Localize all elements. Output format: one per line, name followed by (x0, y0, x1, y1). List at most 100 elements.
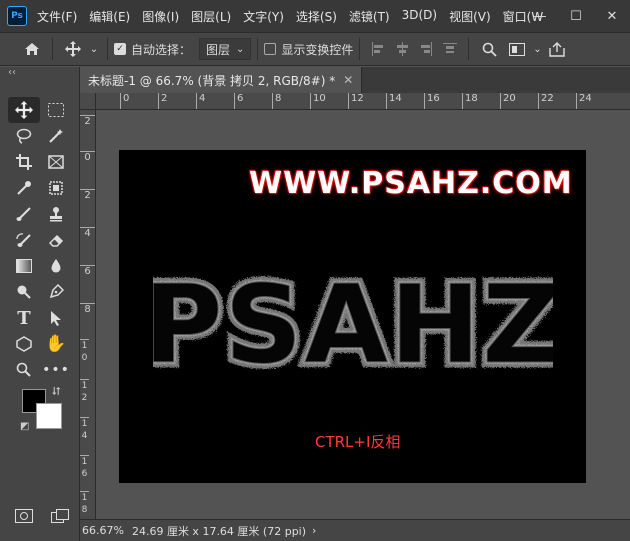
lasso-tool-icon[interactable] (8, 123, 40, 149)
clone-stamp-tool-icon[interactable] (40, 201, 72, 227)
main-menu: 文件(F) 编辑(E) 图像(I) 图层(L) 文字(Y) 选择(S) 滤镜(T… (37, 8, 555, 25)
ruler-origin[interactable] (80, 93, 96, 110)
crop-tool-icon[interactable] (8, 149, 40, 175)
ruler-tick: 18 (462, 93, 478, 109)
quick-mask-icon[interactable] (10, 507, 38, 525)
blur-tool-icon[interactable] (40, 253, 72, 279)
ruler-tick: 0 (80, 151, 95, 164)
menu-3d[interactable]: 3D(D) (402, 8, 437, 25)
ruler-tick: 1 4 (80, 417, 89, 441)
swap-colors-icon[interactable]: ⮃ (52, 385, 61, 399)
document-tab-title: 未标题-1 @ 66.7% (背景 拷贝 2, RGB/8#) * (88, 73, 336, 88)
ruler-tick: 1 2 (80, 379, 89, 403)
minimize-button[interactable]: — (522, 0, 558, 32)
ruler-tick: 2 (80, 189, 95, 202)
horizontal-ruler[interactable]: 0 2 4 6 8 10 12 14 16 18 20 22 24 (96, 93, 630, 110)
mode-buttons (10, 507, 74, 525)
home-icon[interactable] (18, 36, 46, 62)
menu-select[interactable]: 选择(S) (296, 8, 337, 25)
type-tool-icon[interactable]: T (8, 305, 40, 331)
chevron-down-icon[interactable]: ⌄ (87, 36, 101, 62)
chevron-down-icon[interactable]: ⌄ (531, 36, 543, 62)
psahz-text-layer: PSAHZ PSAHZ PSAHZ (138, 254, 566, 394)
auto-select-label: 自动选择： (131, 42, 192, 57)
vertical-ruler[interactable]: 2 0 2 4 6 8 1 0 1 2 1 4 1 6 1 8 (80, 93, 96, 520)
ruler-tick: 0 (120, 93, 129, 109)
color-swatches: ⮃ ◩ (20, 385, 70, 435)
hand-tool-icon[interactable]: ✋ (40, 331, 72, 357)
divider (52, 38, 53, 60)
psahz-core: PSAHZ (153, 263, 553, 384)
move-tool-preset-icon[interactable] (59, 36, 87, 62)
auto-select-target-value: 图层 (206, 42, 231, 57)
more-tools-icon[interactable]: ••• (40, 357, 72, 383)
photoshop-logo[interactable]: Ps (7, 6, 27, 26)
menu-type[interactable]: 文字(Y) (243, 8, 284, 25)
frame-tool-icon[interactable] (40, 149, 72, 175)
gradient-tool-icon[interactable] (8, 253, 40, 279)
spot-healing-tool-icon[interactable] (40, 175, 72, 201)
menu-view[interactable]: 视图(V) (449, 8, 491, 25)
auto-select-checkbox[interactable]: ✓ (114, 43, 126, 55)
zoom-level[interactable]: 66.67% (82, 524, 124, 537)
default-colors-icon[interactable]: ◩ (20, 421, 29, 432)
menu-edit[interactable]: 编辑(E) (89, 8, 130, 25)
ruler-tick: 6 (234, 93, 243, 109)
ruler-tick: 1 8 (80, 491, 89, 515)
share-icon[interactable] (543, 36, 571, 62)
magic-wand-tool-icon[interactable] (40, 123, 72, 149)
marquee-tool-icon[interactable] (40, 97, 72, 123)
align-center-icon[interactable] (390, 36, 414, 62)
brush-tool-icon[interactable] (8, 201, 40, 227)
document-canvas[interactable]: WWW.PSAHZ.COM PSAHZ PSAHZ PSAHZ CTRL+I反相 (119, 150, 586, 483)
workspace-icon[interactable] (503, 36, 531, 62)
ruler-tick: 16 (424, 93, 440, 109)
align-right-icon[interactable] (414, 36, 438, 62)
canvas-viewport[interactable]: WWW.PSAHZ.COM PSAHZ PSAHZ PSAHZ CTRL+I反相 (97, 111, 630, 519)
tool-grid: T ✋ ••• (8, 97, 72, 383)
close-tab-icon[interactable]: ✕ (343, 73, 353, 87)
chevron-right-icon[interactable]: › (312, 524, 316, 537)
status-bar: 66.67% 24.69 厘米 x 17.64 厘米 (72 ppi) › (80, 519, 630, 541)
close-button[interactable]: ✕ (594, 0, 630, 32)
maximize-button[interactable]: ☐ (558, 0, 594, 32)
pen-tool-icon[interactable] (40, 279, 72, 305)
shape-tool-icon[interactable] (8, 331, 40, 357)
ruler-tick: 22 (538, 93, 554, 109)
divider (107, 38, 108, 60)
menu-image[interactable]: 图像(I) (142, 8, 179, 25)
history-brush-tool-icon[interactable] (8, 227, 40, 253)
tools-panel: ‹‹ T ✋ ••• ⮃ ◩ (0, 67, 80, 541)
auto-select-target-dropdown[interactable]: 图层 ⌄ (199, 38, 252, 60)
ruler-tick: 2 (80, 115, 95, 128)
menu-filter[interactable]: 滤镜(T) (349, 8, 390, 25)
ruler-tick: 2 (158, 93, 167, 109)
path-selection-tool-icon[interactable] (40, 305, 72, 331)
ruler-tick: 12 (348, 93, 364, 109)
menu-layer[interactable]: 图层(L) (191, 8, 231, 25)
ruler-tick: 1 6 (80, 455, 89, 479)
url-text-layer: WWW.PSAHZ.COM (249, 166, 573, 201)
document-tab[interactable]: 未标题-1 @ 66.7% (背景 拷贝 2, RGB/8#) * ✕ (80, 67, 363, 93)
align-top-icon[interactable] (438, 36, 462, 62)
zoom-tool-icon[interactable] (8, 357, 40, 383)
dodge-tool-icon[interactable] (8, 279, 40, 305)
chevron-down-icon: ⌄ (236, 43, 245, 55)
eraser-tool-icon[interactable] (40, 227, 72, 253)
collapse-panel-icon[interactable]: ‹‹ (8, 67, 16, 78)
show-transform-checkbox[interactable] (264, 43, 277, 55)
ruler-tick: 4 (80, 227, 95, 240)
ruler-tick: 8 (272, 93, 281, 109)
move-tool-icon[interactable] (8, 97, 40, 123)
background-color-swatch[interactable] (36, 403, 62, 429)
window-controls: — ☐ ✕ (522, 0, 630, 32)
ruler-tick: 1 0 (80, 339, 89, 363)
eyedropper-tool-icon[interactable] (8, 175, 40, 201)
ruler-tick: 8 (80, 303, 95, 316)
search-icon[interactable] (475, 36, 503, 62)
screen-mode-icon[interactable] (46, 507, 74, 525)
document-tabbar: 未标题-1 @ 66.7% (背景 拷贝 2, RGB/8#) * ✕ (80, 67, 630, 93)
divider (257, 38, 259, 60)
align-left-icon[interactable] (366, 36, 390, 62)
menu-file[interactable]: 文件(F) (37, 8, 77, 25)
